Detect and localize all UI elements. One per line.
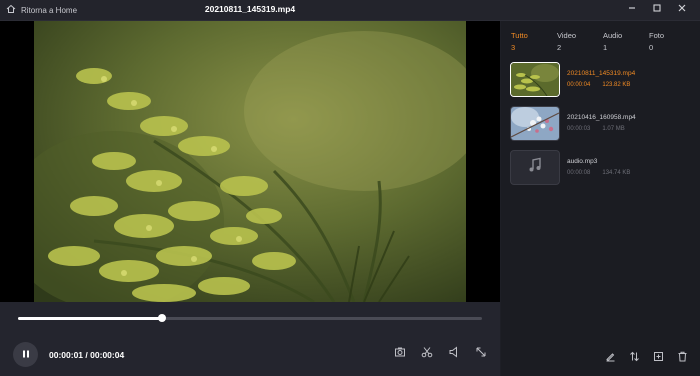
cut-button[interactable] xyxy=(420,347,434,361)
close-button[interactable] xyxy=(676,3,688,15)
minimize-icon xyxy=(627,0,637,18)
file-item[interactable]: 20210416_160958.mp4 00:00:03 1.07 MB xyxy=(509,105,695,143)
media-sidebar: Tutto 3 Video 2 Audio 1 Foto 0 20210811_… xyxy=(501,21,700,376)
cut-icon xyxy=(421,345,433,363)
add-file-button[interactable] xyxy=(652,351,665,364)
tab-count: 0 xyxy=(649,43,654,52)
tab-all[interactable]: Tutto 3 xyxy=(511,31,557,52)
screenshot-button[interactable] xyxy=(393,347,407,361)
video-thumbnail xyxy=(510,62,560,97)
tab-label: Tutto xyxy=(511,31,528,40)
video-thumbnail xyxy=(510,106,560,141)
title-bar: Ritorna a Home 20210811_145319.mp4 xyxy=(0,0,700,21)
tab-photo[interactable]: Foto 0 xyxy=(649,31,695,52)
tab-label: Foto xyxy=(649,31,665,40)
progress-handle[interactable] xyxy=(157,314,166,322)
file-meta: 00:00:08 134.74 KB xyxy=(567,170,630,176)
close-icon xyxy=(677,0,687,18)
file-duration: 00:00:04 xyxy=(567,82,591,88)
fullscreen-icon xyxy=(475,345,487,363)
file-meta: 00:00:03 1.07 MB xyxy=(567,126,625,132)
tab-count: 1 xyxy=(603,43,608,52)
file-size: 134.74 KB xyxy=(602,170,631,176)
current-time: 00:00:01 xyxy=(49,350,84,360)
tab-count: 2 xyxy=(557,43,562,52)
progress-fill xyxy=(18,317,162,320)
media-tabs: Tutto 3 Video 2 Audio 1 Foto 0 xyxy=(511,31,695,52)
video-frame xyxy=(34,21,466,302)
tab-count: 3 xyxy=(511,43,516,52)
file-list: 20210811_145319.mp4 00:00:04 123.82 KB 20… xyxy=(509,61,695,193)
file-name: audio.mp3 xyxy=(567,158,598,165)
edit-button[interactable] xyxy=(604,351,617,364)
file-name: 20210416_160958.mp4 xyxy=(567,114,636,121)
video-viewport[interactable] xyxy=(0,21,500,302)
maximize-icon xyxy=(652,0,662,18)
tab-label: Audio xyxy=(603,31,623,40)
file-item[interactable]: audio.mp3 00:00:08 134.74 KB xyxy=(509,149,695,187)
window-title: 20210811_145319.mp4 xyxy=(204,4,296,14)
file-name: 20210811_145319.mp4 xyxy=(567,70,636,77)
volume-icon xyxy=(448,345,460,363)
maximize-button[interactable] xyxy=(651,3,663,15)
sort-icon xyxy=(629,349,640,367)
time-display: 00:00:01 / 00:00:04 xyxy=(49,350,124,360)
pause-button[interactable] xyxy=(13,342,38,367)
screenshot-icon xyxy=(394,345,406,363)
time-separator: / xyxy=(85,350,88,360)
minimize-button[interactable] xyxy=(626,3,638,15)
delete-button[interactable] xyxy=(676,351,689,364)
fullscreen-button[interactable] xyxy=(474,347,488,361)
progress-bar[interactable] xyxy=(18,314,482,322)
player-controls: 00:00:01 / 00:00:04 xyxy=(0,302,500,376)
tab-video[interactable]: Video 2 xyxy=(557,31,603,52)
audio-thumbnail xyxy=(510,150,560,185)
file-item[interactable]: 20210811_145319.mp4 00:00:04 123.82 KB xyxy=(509,61,695,99)
file-size: 123.82 KB xyxy=(602,82,631,88)
volume-button[interactable] xyxy=(447,345,461,363)
file-meta: 00:00:04 123.82 KB xyxy=(567,82,630,88)
delete-icon xyxy=(677,349,688,367)
sort-button[interactable] xyxy=(628,351,641,364)
file-size: 1.07 MB xyxy=(602,126,625,132)
file-duration: 00:00:08 xyxy=(567,170,591,176)
pause-icon xyxy=(21,346,31,364)
total-time: 00:00:04 xyxy=(90,350,125,360)
edit-icon xyxy=(605,349,616,367)
tab-label: Video xyxy=(557,31,577,40)
music-note-icon xyxy=(527,157,543,178)
tab-audio[interactable]: Audio 1 xyxy=(603,31,649,52)
add-file-icon xyxy=(653,349,664,367)
file-duration: 00:00:03 xyxy=(567,126,591,132)
